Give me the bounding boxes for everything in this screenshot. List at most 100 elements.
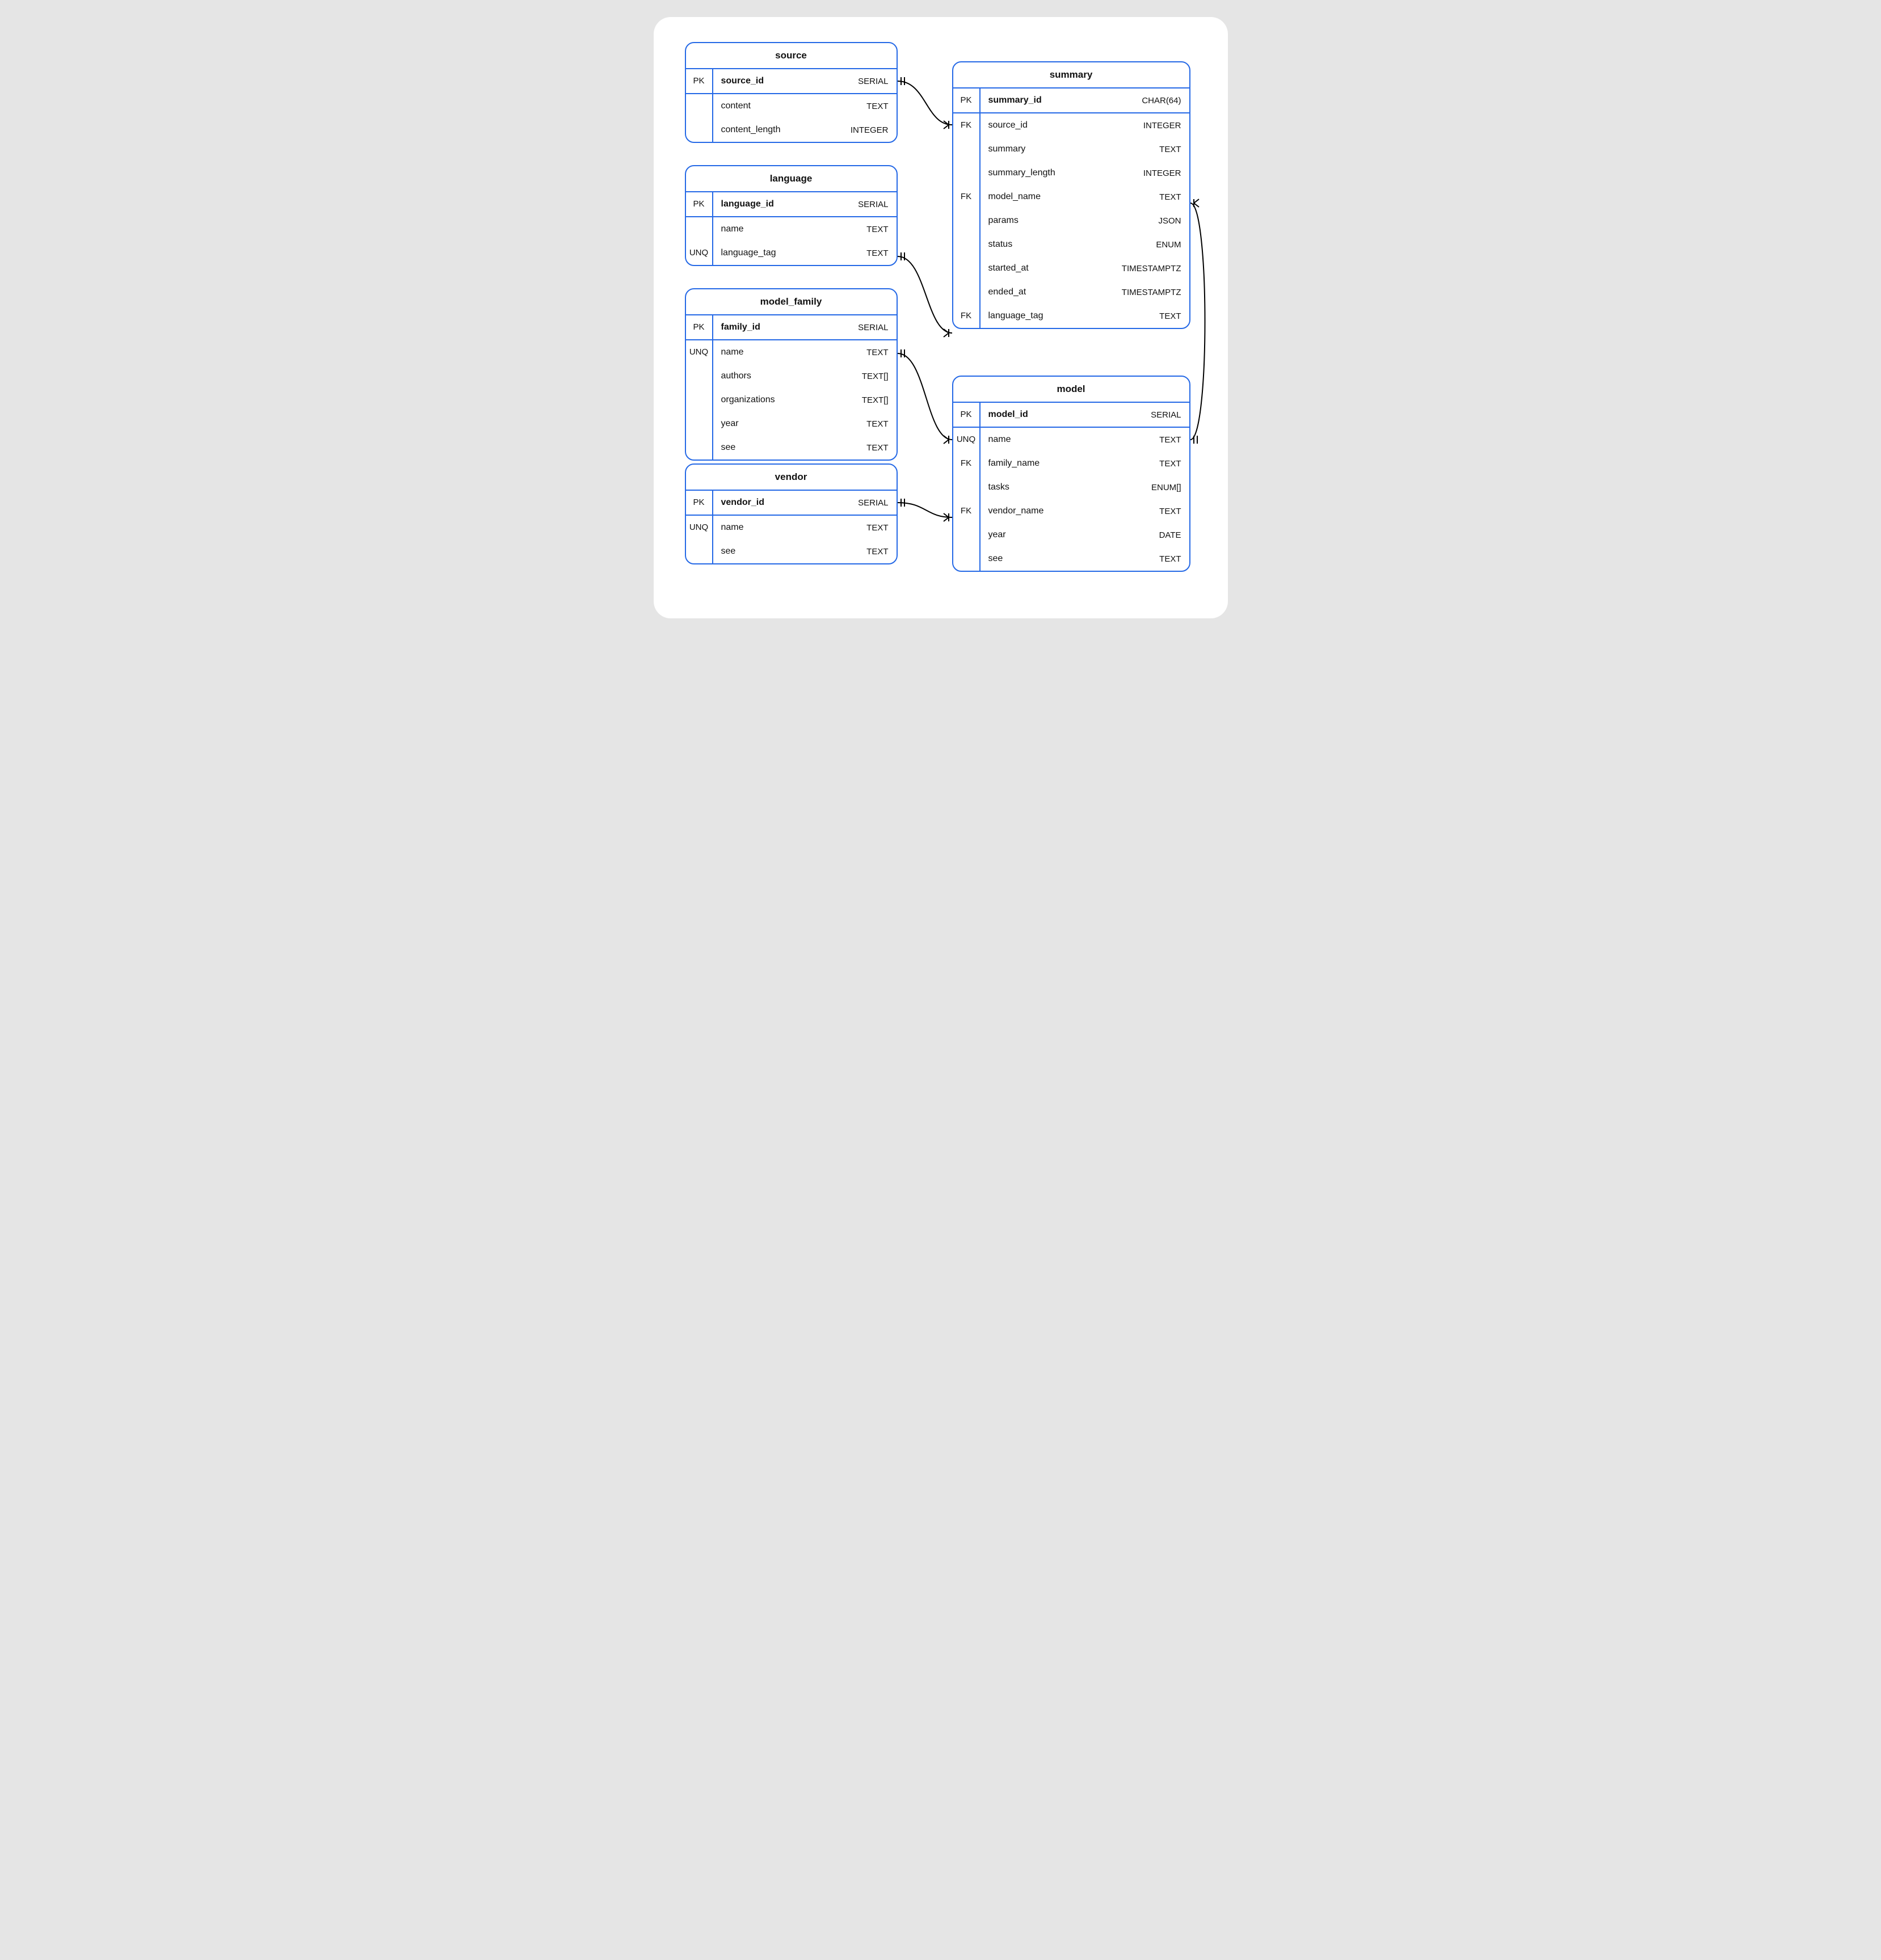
column-name: see (721, 546, 736, 557)
key-label: PK (686, 315, 713, 339)
key-label (686, 217, 713, 241)
entity-row: seeTEXT (686, 436, 897, 460)
column-name: vendor_name (988, 506, 1044, 516)
entity-row: UNQ language_tagTEXT (686, 241, 897, 265)
key-label (953, 523, 981, 547)
column-type: TEXT (1159, 507, 1181, 516)
column-type: TIMESTAMPTZ (1122, 264, 1181, 273)
key-label: FK (953, 113, 981, 137)
key-label (686, 436, 713, 460)
column-type: TEXT (1159, 145, 1181, 154)
entity-summary: summary PK summary_idCHAR(64) FK source_… (952, 61, 1190, 329)
entity-row: FK vendor_nameTEXT (953, 499, 1189, 523)
key-label (686, 364, 713, 388)
column-name: source_id (721, 76, 764, 86)
column-type: TIMESTAMPTZ (1122, 288, 1181, 297)
column-name: organizations (721, 395, 775, 405)
key-label (953, 256, 981, 280)
key-label: PK (953, 88, 981, 112)
entity-pk-row: PK family_idSERIAL (686, 315, 897, 340)
entity-pk-row: PK model_idSERIAL (953, 403, 1189, 428)
entity-row: status ENUM (953, 233, 1189, 256)
key-label: FK (953, 452, 981, 475)
entity-title: model_family (686, 289, 897, 315)
column-type: TEXT (866, 225, 888, 234)
column-type: DATE (1159, 530, 1181, 540)
entity-row: UNQ name TEXT (953, 428, 1189, 452)
entity-source: source PK source_idSERIAL contentTEXT co… (685, 42, 898, 143)
column-name: status (988, 239, 1013, 250)
key-label (686, 539, 713, 563)
entity-pk-row: PK vendor_idSERIAL (686, 491, 897, 516)
column-type: ENUM (1156, 240, 1181, 250)
entity-row: seeTEXT (953, 547, 1189, 571)
column-type: INTEGER (1143, 168, 1181, 178)
column-name: family_name (988, 458, 1040, 469)
key-label: UNQ (686, 340, 713, 364)
column-type: SERIAL (858, 77, 888, 86)
key-label (686, 388, 713, 412)
column-type: TEXT (1159, 192, 1181, 202)
column-type: TEXT (866, 419, 888, 429)
entity-row: see TEXT (686, 539, 897, 563)
key-label: PK (686, 192, 713, 216)
entity-row: summaryTEXT (953, 137, 1189, 161)
column-name: language_tag (721, 248, 776, 258)
column-type: TEXT (866, 443, 888, 453)
key-label: PK (686, 491, 713, 515)
column-type: TEXT[] (862, 372, 889, 381)
column-type: ENUM[] (1151, 483, 1181, 492)
column-name: language_id (721, 199, 774, 209)
entity-language: language PK language_idSERIAL name TEXT U… (685, 165, 898, 266)
column-type: SERIAL (1151, 410, 1181, 420)
column-type: INTEGER (851, 125, 889, 135)
entity-title: language (686, 166, 897, 192)
entity-pk-row: PK language_idSERIAL (686, 192, 897, 217)
column-name: started_at (988, 263, 1029, 273)
entity-vendor: vendor PK vendor_idSERIAL UNQ name TEXT s… (685, 463, 898, 564)
key-label: FK (953, 185, 981, 209)
column-type: TEXT (866, 547, 888, 557)
entity-row: organizationsTEXT[] (686, 388, 897, 412)
column-type: INTEGER (1143, 121, 1181, 130)
entity-row: FK model_nameTEXT (953, 185, 1189, 209)
key-label (953, 137, 981, 161)
column-name: name (721, 522, 744, 533)
entity-row: authors TEXT[] (686, 364, 897, 388)
column-name: summary_length (988, 168, 1055, 178)
key-label: UNQ (686, 516, 713, 539)
key-label (686, 94, 713, 118)
entity-title: source (686, 43, 897, 69)
entity-title: vendor (686, 465, 897, 491)
entity-row: year DATE (953, 523, 1189, 547)
entity-row: paramsJSON (953, 209, 1189, 233)
column-name: name (988, 435, 1011, 445)
column-name: source_id (988, 120, 1028, 130)
column-name: authors (721, 371, 751, 381)
er-diagram-canvas: source PK source_idSERIAL contentTEXT co… (654, 17, 1228, 618)
entity-row: UNQ nameTEXT (686, 340, 897, 364)
key-label (953, 475, 981, 499)
column-name: year (988, 530, 1006, 540)
rel-language-summary (898, 252, 952, 337)
column-name: name (721, 224, 744, 234)
key-label: UNQ (953, 428, 981, 452)
entity-pk-row: PK summary_idCHAR(64) (953, 88, 1189, 113)
column-type: SERIAL (858, 323, 888, 332)
rel-model-summary (1190, 199, 1205, 444)
column-name: tasks (988, 482, 1009, 492)
entity-title: summary (953, 62, 1189, 88)
column-type: TEXT (1159, 435, 1181, 445)
entity-row: name TEXT (686, 217, 897, 241)
column-type: TEXT (866, 102, 888, 111)
entity-row: FK language_tagTEXT (953, 304, 1189, 328)
column-name: summary_id (988, 95, 1042, 106)
entity-row: ended_at TIMESTAMPTZ (953, 280, 1189, 304)
column-name: content_length (721, 125, 781, 135)
column-name: year (721, 419, 739, 429)
column-name: see (988, 554, 1003, 564)
column-type: TEXT (1159, 459, 1181, 469)
column-name: ended_at (988, 287, 1026, 297)
key-label (953, 209, 981, 233)
column-type: TEXT (866, 348, 888, 357)
